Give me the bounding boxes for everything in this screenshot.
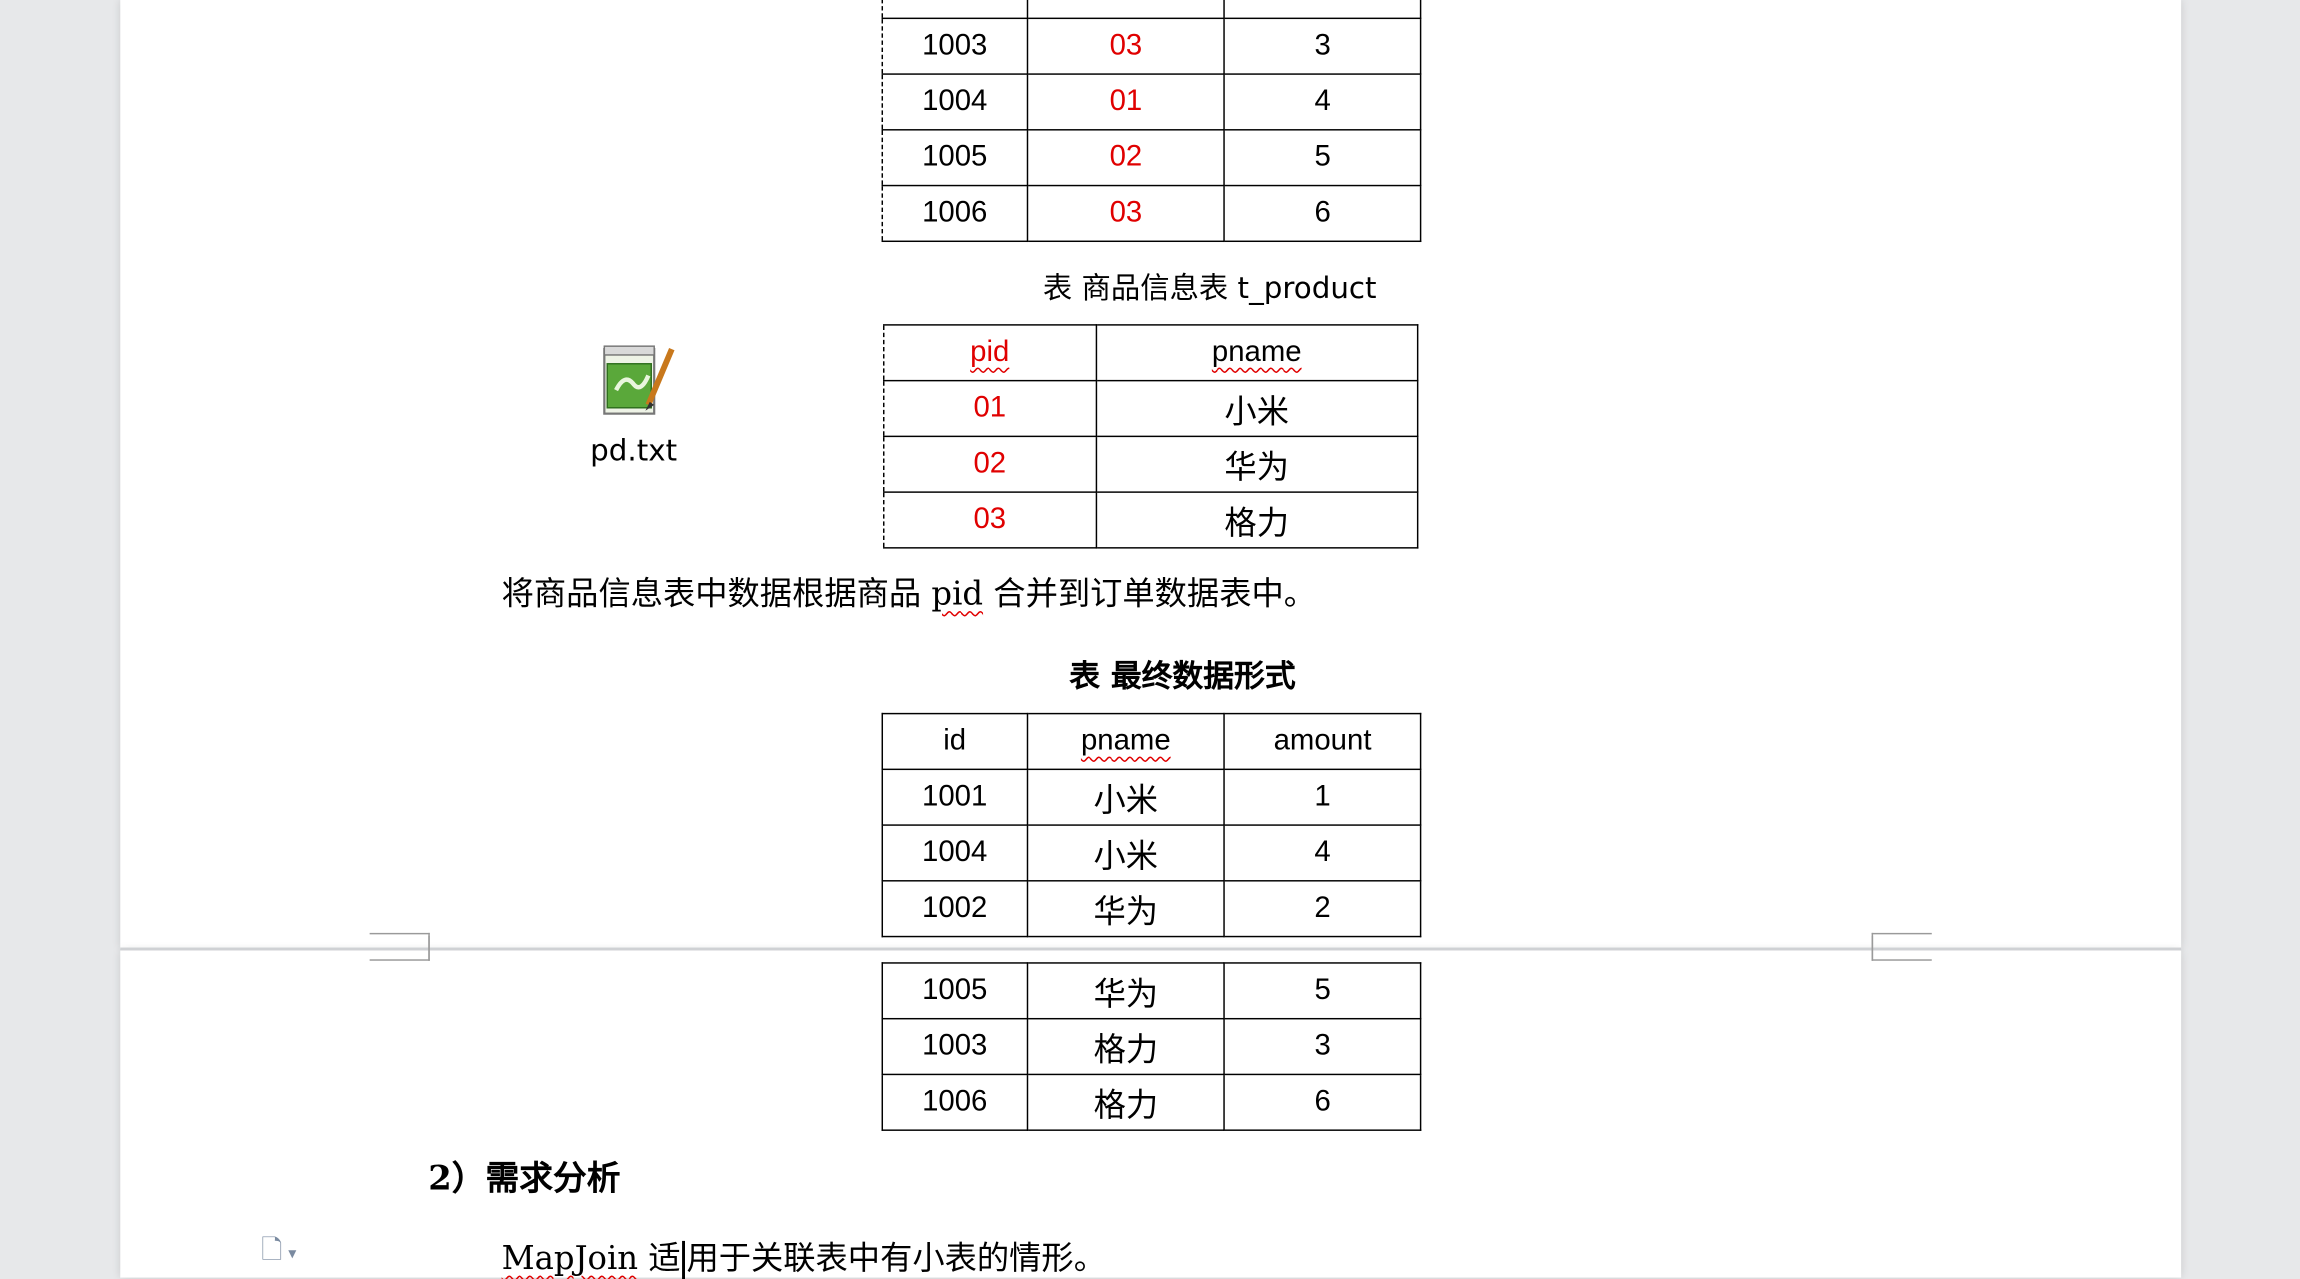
table-row: 01 小米 xyxy=(883,379,1419,438)
table-cell: 5 xyxy=(1223,962,1422,1020)
table-cell: 03 xyxy=(1026,17,1226,75)
table-cell: 华为 xyxy=(1026,880,1226,938)
table-row: 1003 格力 3 xyxy=(881,1017,1422,1076)
product-table-caption: 表 商品信息表 t_product xyxy=(1042,269,1377,306)
mapjoin-text-a: 适 xyxy=(638,1240,681,1278)
mapjoin-description[interactable]: MapJoin 适用于关联表中有小表的情形。 xyxy=(502,1232,1106,1279)
section-heading: 2）需求分析 xyxy=(428,1158,621,1199)
table-cell: 01 xyxy=(1026,73,1226,131)
table-cell: 1005 xyxy=(881,129,1028,187)
table-cell: 6 xyxy=(1223,184,1422,243)
table-row: 1005 华为 5 xyxy=(881,962,1422,1020)
table-cell: 1002 xyxy=(881,880,1028,938)
table-row: 1006 03 6 xyxy=(881,184,1422,243)
table-cell: 03 xyxy=(1026,184,1226,243)
page-corner-mark xyxy=(1871,935,1932,961)
table-cell: 1005 xyxy=(881,962,1028,1020)
table-cell: 1006 xyxy=(881,184,1028,243)
table-cell: 4 xyxy=(1223,824,1422,882)
table-cell: 格力 xyxy=(1026,1017,1226,1076)
table-row: 1006 格力 6 xyxy=(881,1073,1422,1131)
table-cell: 3 xyxy=(1223,1017,1422,1076)
final-table-caption: 表 最终数据形式 xyxy=(1069,658,1296,694)
table-cell: 5 xyxy=(1223,129,1422,187)
column-header-pname: pname xyxy=(1095,324,1419,382)
table-cell: 6 xyxy=(1223,1073,1422,1131)
table-cell: 01 xyxy=(883,379,1097,438)
document-canvas: 1003 03 3 1004 01 4 1005 02 5 1006 03 6 … xyxy=(0,0,2300,1279)
column-header-pname: pname xyxy=(1026,712,1226,771)
table-cell: 小米 xyxy=(1026,824,1226,882)
table-cell: 华为 xyxy=(1026,962,1226,1020)
table-cell: 1003 xyxy=(881,17,1028,75)
merge-text-after: 合并到订单数据表中。 xyxy=(983,576,1317,614)
document-options-icon[interactable]: 🗋 ▾ xyxy=(261,1232,296,1276)
table-row: 1005 02 5 xyxy=(881,129,1422,187)
table-cell: 格力 xyxy=(1095,491,1419,549)
table-cell: 华为 xyxy=(1095,435,1419,493)
table-header-row: pid pname xyxy=(883,324,1419,382)
table-row: 1004 01 4 xyxy=(881,73,1422,131)
table-cell: 4 xyxy=(1223,73,1422,131)
table-row: 1002 华为 2 xyxy=(881,880,1422,938)
table-cell: 1001 xyxy=(881,768,1028,826)
merge-keyword-pid: pid xyxy=(931,576,984,614)
table-header-row: id pname amount xyxy=(881,712,1422,771)
column-header-id: id xyxy=(881,712,1028,771)
text-cursor xyxy=(682,1240,685,1279)
table-row: 1004 小米 4 xyxy=(881,824,1422,882)
final-table-continued: 1005 华为 5 1003 格力 3 1006 格力 6 xyxy=(881,962,1422,1131)
table-row xyxy=(881,0,1422,20)
file-name-label: pd.txt xyxy=(590,432,678,468)
table-cell: 2 xyxy=(1223,880,1422,938)
table-cell: 1004 xyxy=(881,73,1028,131)
table-row: 03 格力 xyxy=(883,491,1419,549)
table-cell: 1 xyxy=(1223,768,1422,826)
table-cell: 02 xyxy=(1026,129,1226,187)
final-table: id pname amount 1001 小米 1 1004 小米 4 1002… xyxy=(881,712,1422,938)
table-cell: 1004 xyxy=(881,824,1028,882)
table-cell: 小米 xyxy=(1095,379,1419,438)
table-cell: 1003 xyxy=(881,1017,1028,1076)
table-cell: 3 xyxy=(1223,17,1422,75)
order-table: 1003 03 3 1004 01 4 1005 02 5 1006 03 6 xyxy=(881,0,1422,243)
merge-text-before: 将商品信息表中数据根据商品 xyxy=(501,576,932,614)
table-cell: 小米 xyxy=(1026,768,1226,826)
page-corner-mark xyxy=(369,935,430,961)
merge-description: 将商品信息表中数据根据商品 pid 合并到订单数据表中。 xyxy=(502,568,1316,615)
embedded-file[interactable]: pd.txt xyxy=(575,340,692,468)
table-row: 02 华为 xyxy=(883,435,1419,493)
table-cell: 1006 xyxy=(881,1073,1028,1131)
table-row: 1003 03 3 xyxy=(881,17,1422,75)
table-cell: 格力 xyxy=(1026,1073,1226,1131)
table-cell: 02 xyxy=(883,435,1097,493)
column-header-pid: pid xyxy=(883,324,1097,382)
table-row: 1001 小米 1 xyxy=(881,768,1422,826)
column-header-amount: amount xyxy=(1223,712,1422,771)
mapjoin-text-b: 用于关联表中有小表的情形。 xyxy=(686,1240,1106,1278)
product-table: pid pname 01 小米 02 华为 03 格力 xyxy=(883,324,1419,549)
table-cell: 03 xyxy=(883,491,1097,549)
mapjoin-keyword: MapJoin xyxy=(501,1240,639,1278)
notepad-file-icon xyxy=(603,345,675,415)
